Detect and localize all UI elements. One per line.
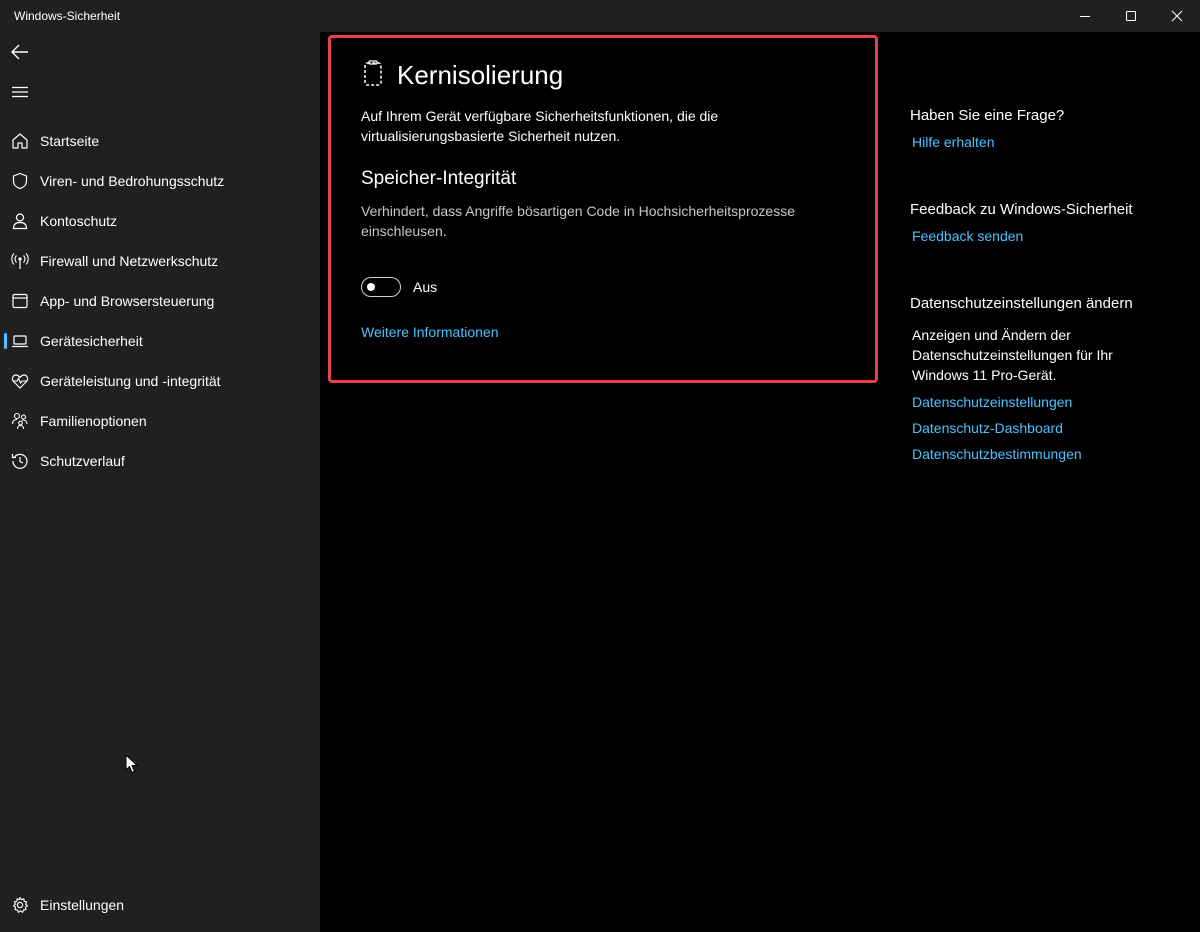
core-isolation-panel: Kernisolierung Auf Ihrem Gerät verfügbar… [328,35,878,383]
maximize-icon [1126,11,1136,21]
sidebar-item-geraetesicherheit[interactable]: Gerätesicherheit [4,323,316,359]
help-link[interactable]: Hilfe erhalten [912,134,995,150]
close-icon [1171,10,1183,22]
history-icon [4,452,36,470]
sidebar-item-app-browsersteuerung[interactable]: App- und Browsersteuerung [4,283,316,319]
menu-button[interactable] [4,76,36,108]
person-icon [4,212,36,230]
laptop-icon [4,332,36,350]
sidebar-item-label: Viren- und Bedrohungsschutz [40,173,225,189]
back-arrow-icon [11,44,28,60]
toggle-state-label: Aus [413,279,438,295]
browser-window-icon [4,292,36,310]
heart-pulse-icon [4,372,36,390]
sidebar-item-kontoschutz[interactable]: Kontoschutz [4,203,316,239]
shield-icon [4,172,36,190]
privacy-settings-link[interactable]: Datenschutzeinstellungen [912,394,1072,410]
hamburger-icon [12,86,28,98]
home-icon [4,132,36,150]
family-icon [4,412,36,430]
more-info-link[interactable]: Weitere Informationen [361,324,498,340]
privacy-heading: Datenschutzeinstellungen ändern [910,295,1133,312]
gear-icon [4,896,36,914]
sidebar-item-label: Kontoschutz [40,213,118,229]
sidebar-item-label: Schutzverlauf [40,453,125,469]
sidebar-item-label: Firewall und Netzwerkschutz [40,253,219,269]
sidebar-item-startseite[interactable]: Startseite [4,123,316,159]
sidebar-item-einstellungen[interactable]: Einstellungen [4,887,316,923]
sidebar: Startseite Viren- und Bedrohungsschutz K… [0,32,320,932]
question-heading: Haben Sie eine Frage? [910,107,1065,124]
toggle-knob [367,283,375,291]
privacy-text: Anzeigen und Ändern der Datenschutzeinst… [912,327,1113,383]
privacy-statement-link[interactable]: Datenschutzbestimmungen [912,446,1082,462]
sidebar-item-label: App- und Browsersteuerung [40,293,215,309]
window-title: Windows-Sicherheit [14,9,121,23]
page-description: Auf Ihrem Gerät verfügbare Sicherheitsfu… [361,108,719,144]
page-title: Kernisolierung [397,60,564,90]
sidebar-item-geraeteleistung[interactable]: Geräteleistung und -integrität [4,363,316,399]
sidebar-item-label: Geräteleistung und -integrität [40,373,221,389]
antenna-icon [4,252,36,270]
sidebar-item-label: Startseite [40,133,100,149]
sidebar-item-firewall[interactable]: Firewall und Netzwerkschutz [4,243,316,279]
memory-integrity-toggle[interactable] [361,277,401,297]
back-button[interactable] [4,36,36,68]
minimize-icon [1080,16,1090,17]
maximize-button[interactable] [1108,0,1154,32]
feedback-heading: Feedback zu Windows-Sicherheit [910,201,1133,218]
close-button[interactable] [1154,0,1200,32]
minimize-button[interactable] [1062,0,1108,32]
privacy-dashboard-link[interactable]: Datenschutz-Dashboard [912,420,1063,436]
sidebar-item-label: Gerätesicherheit [40,333,143,349]
section-description: Verhindert, dass Angriffe bösartigen Cod… [361,203,795,239]
sidebar-item-schutzverlauf[interactable]: Schutzverlauf [4,443,316,479]
settings-label: Einstellungen [40,897,125,913]
selection-indicator [4,333,7,349]
title-bar: Windows-Sicherheit [0,0,1200,32]
sidebar-item-viren-und-bedrohungsschutz[interactable]: Viren- und Bedrohungsschutz [4,163,316,199]
core-isolation-chip-icon [361,60,385,93]
section-title: Speicher-Integrität [361,168,517,189]
sidebar-item-familienoptionen[interactable]: Familienoptionen [4,403,316,439]
sidebar-item-label: Familienoptionen [40,413,147,429]
mouse-cursor-icon [125,753,139,779]
feedback-link[interactable]: Feedback senden [912,228,1023,244]
